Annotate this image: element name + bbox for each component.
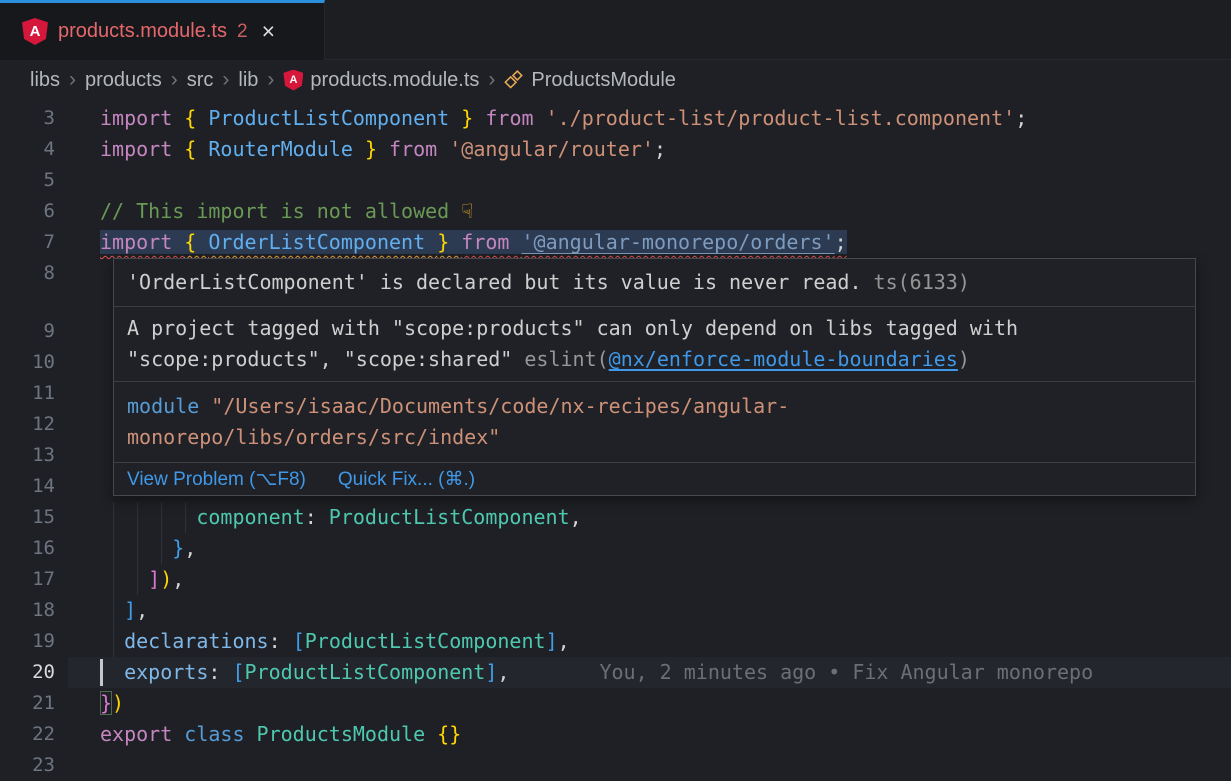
code-line-17[interactable]: 17 ]), xyxy=(0,564,1231,595)
line-number: 20 xyxy=(0,657,68,688)
breadcrumb-label: ProductsModule xyxy=(531,69,676,92)
hover-message-2: module "/Users/isaac/Documents/code/nx-r… xyxy=(114,382,1195,463)
breadcrumb-label: lib xyxy=(238,69,258,92)
line-content: export class ProductsModule {} xyxy=(68,719,1231,750)
line-content: declarations: [ProductListComponent], xyxy=(68,626,1231,657)
breadcrumb-label: libs xyxy=(30,69,60,92)
code-editor[interactable]: 3import { ProductListComponent } from '.… xyxy=(0,100,1231,780)
line-content: exports: [ProductListComponent],You, 2 m… xyxy=(68,657,1231,688)
line-number: 11 xyxy=(0,378,68,409)
line-number: 21 xyxy=(0,688,68,719)
line-number: 6 xyxy=(0,196,68,227)
breadcrumb-separator-icon: › xyxy=(171,68,178,92)
breadcrumb-separator-icon: › xyxy=(267,68,274,92)
line-number: 9 xyxy=(0,316,68,347)
line-number: 19 xyxy=(0,626,68,657)
line-number: 16 xyxy=(0,533,68,564)
breadcrumb-label: products xyxy=(85,69,162,92)
line-content: import { OrderListComponent } from '@ang… xyxy=(68,227,1231,258)
hover-text: ts(6133) xyxy=(862,270,970,294)
line-content: // This import is not allowed ☟ xyxy=(68,196,1231,227)
breadcrumb-item-libs[interactable]: libs xyxy=(30,69,60,92)
view-problem-button[interactable]: View Problem (⌥F8) xyxy=(127,468,306,491)
breadcrumb-item-lib[interactable]: lib xyxy=(238,69,258,92)
breadcrumb-item-products-module-ts[interactable]: Aproducts.module.ts xyxy=(283,69,479,92)
line-number: 13 xyxy=(0,440,68,471)
code-line-16[interactable]: 16 }, xyxy=(0,533,1231,564)
line-number: 8 xyxy=(0,258,68,289)
eslint-rule-link[interactable]: @nx/enforce-module-boundaries xyxy=(609,347,958,371)
line-content: }) xyxy=(68,688,1231,719)
line-content xyxy=(68,165,1231,196)
line-content: import { ProductListComponent } from './… xyxy=(68,103,1231,134)
code-line-18[interactable]: 18 ], xyxy=(0,595,1231,626)
line-number: 23 xyxy=(0,750,68,781)
quick-fix-button[interactable]: Quick Fix... (⌘.) xyxy=(338,468,475,491)
line-number: 10 xyxy=(0,347,68,378)
tab-products-module[interactable]: A products.module.ts 2 × xyxy=(0,0,325,60)
line-number: 4 xyxy=(0,134,68,165)
code-line-20[interactable]: 20 exports: [ProductListComponent],You, … xyxy=(0,657,1231,688)
symbol-class-icon xyxy=(504,70,524,90)
breadcrumb-label: src xyxy=(187,69,214,92)
line-content: import { RouterModule } from '@angular/r… xyxy=(68,134,1231,165)
hover-text: eslint( xyxy=(524,347,608,371)
indent-guide xyxy=(137,502,138,595)
line-content xyxy=(68,750,1231,781)
line-content: }, xyxy=(68,533,1231,564)
tab-error-count-badge: 2 xyxy=(237,21,248,43)
indent-guide xyxy=(161,502,162,564)
error-hover-popup: 'OrderListComponent' is declared but its… xyxy=(113,258,1196,496)
line-content: ], xyxy=(68,595,1231,626)
line-content: component: ProductListComponent, xyxy=(68,502,1231,533)
line-number: 12 xyxy=(0,409,68,440)
close-icon[interactable]: × xyxy=(262,20,275,43)
breadcrumb-separator-icon: › xyxy=(222,68,229,92)
line-number: 22 xyxy=(0,719,68,750)
git-blame-annotation: You, 2 minutes ago • Fix Angular monorep… xyxy=(599,660,1093,684)
breadcrumb-label: products.module.ts xyxy=(310,69,479,92)
error-highlighted-statement: import { OrderListComponent } from '@ang… xyxy=(100,230,847,254)
hover-text: module xyxy=(127,394,211,418)
line-number: 3 xyxy=(0,103,68,134)
line-number: 7 xyxy=(0,227,68,258)
tab-bar: A products.module.ts 2 × xyxy=(0,0,1231,60)
code-line-7[interactable]: 7 import { OrderListComponent } from '@an… xyxy=(0,227,1231,258)
breadcrumb-item-src[interactable]: src xyxy=(187,69,214,92)
indent-guide xyxy=(113,502,114,657)
angular-file-icon: A xyxy=(22,18,48,45)
code-line-6[interactable]: 6// This import is not allowed ☟ xyxy=(0,196,1231,227)
breadcrumb: libs › products › src › lib › Aproducts.module.t… xyxy=(0,60,1231,100)
hover-actions-bar: View Problem (⌥F8) Quick Fix... (⌘.) xyxy=(114,463,1195,495)
breadcrumb-separator-icon: › xyxy=(488,68,495,92)
breadcrumb-separator-icon: › xyxy=(69,68,76,92)
breadcrumb-item-products[interactable]: products xyxy=(85,69,162,92)
code-line-23[interactable]: 23 xyxy=(0,750,1231,781)
hover-text: ) xyxy=(958,347,970,371)
hover-message-0: 'OrderListComponent' is declared but its… xyxy=(114,259,1195,307)
line-number: 14 xyxy=(0,471,68,502)
code-line-3[interactable]: 3import { ProductListComponent } from '.… xyxy=(0,103,1231,134)
line-number: 18 xyxy=(0,595,68,626)
code-line-21[interactable]: 21}) xyxy=(0,688,1231,719)
angular-file-icon: A xyxy=(283,70,303,91)
hover-text: 'OrderListComponent' is declared but its… xyxy=(127,270,862,294)
breadcrumb-item-productsmodule[interactable]: ProductsModule xyxy=(504,69,676,92)
line-number: 5 xyxy=(0,165,68,196)
line-number: 15 xyxy=(0,502,68,533)
code-line-5[interactable]: 5 xyxy=(0,165,1231,196)
tab-filename: products.module.ts xyxy=(58,20,227,43)
line-number: 17 xyxy=(0,564,68,595)
code-line-22[interactable]: 22export class ProductsModule {} xyxy=(0,719,1231,750)
line-content: ]), xyxy=(68,564,1231,595)
indent-guide xyxy=(185,502,186,533)
hover-text: "/Users/isaac/Documents/code/nx-recipes/… xyxy=(127,394,789,449)
code-line-19[interactable]: 19 declarations: [ProductListComponent], xyxy=(0,626,1231,657)
code-line-4[interactable]: 4import { RouterModule } from '@angular/… xyxy=(0,134,1231,165)
text-cursor xyxy=(100,659,103,686)
hover-message-1: A project tagged with "scope:products" c… xyxy=(114,307,1195,382)
